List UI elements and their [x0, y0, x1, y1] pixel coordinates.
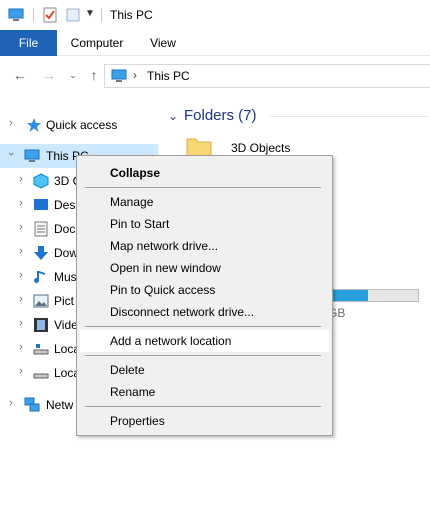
menu-item-label: Collapse — [110, 166, 161, 180]
window-title: This PC — [110, 8, 153, 22]
title-bar: ▼ This PC — [0, 0, 430, 30]
menu-separator — [85, 406, 321, 407]
local-disk-icon — [33, 344, 49, 355]
nav-item-label: Doc — [54, 222, 76, 236]
up-arrow-icon[interactable]: ↑ — [85, 66, 103, 84]
expand-chevron-icon[interactable]: › — [15, 317, 27, 329]
tab-computer[interactable]: Computer — [66, 30, 128, 56]
menu-item-label: Pin to Start — [110, 217, 170, 231]
menu-item-label: Delete — [110, 363, 145, 377]
ribbon-tabs: File Computer View — [0, 30, 430, 56]
menu-item-add-network-location[interactable]: Add a network location — [80, 330, 329, 352]
context-menu: Collapse Manage Pin to Start Map network… — [76, 155, 333, 436]
tab-view[interactable]: View — [143, 30, 183, 56]
expand-chevron-icon[interactable]: › — [15, 293, 27, 305]
menu-item-pin-to-quick-access[interactable]: Pin to Quick access — [80, 279, 329, 301]
customize-toolbar-dropdown-icon[interactable]: ▼ — [85, 8, 95, 19]
expand-chevron-icon[interactable]: › — [15, 173, 27, 185]
music-note-icon — [34, 271, 45, 283]
menu-item-label: Pin to Quick access — [110, 283, 216, 297]
section-collapse-chevron-icon[interactable]: ⌄ — [168, 109, 180, 123]
menu-item-rename[interactable]: Rename — [80, 381, 329, 403]
menu-item-label: Rename — [110, 385, 156, 399]
menu-item-label: Disconnect network drive... — [110, 305, 255, 319]
nav-item-label: Dow — [54, 246, 79, 260]
expand-chevron-icon[interactable]: › — [15, 341, 27, 353]
expand-chevron-icon[interactable]: › — [15, 221, 27, 233]
breadcrumb-chevron-icon[interactable]: › — [133, 68, 137, 82]
nav-item-label: Pict — [54, 294, 75, 308]
address-bar[interactable]: › This PC — [104, 64, 430, 88]
expand-chevron-icon[interactable]: › — [5, 397, 17, 409]
menu-item-map-network-drive[interactable]: Map network drive... — [80, 235, 329, 257]
drive-usage-fill — [327, 290, 368, 301]
download-arrow-icon — [34, 246, 48, 260]
menu-item-pin-to-start[interactable]: Pin to Start — [80, 213, 329, 235]
picture-icon — [33, 294, 49, 308]
forward-arrow-icon[interactable]: → — [40, 66, 58, 84]
expand-chevron-icon[interactable]: › — [15, 245, 27, 257]
menu-separator — [85, 355, 321, 356]
computer-icon — [111, 69, 127, 82]
title-separator — [101, 8, 102, 22]
menu-item-label: Open in new window — [110, 261, 221, 275]
properties-check-icon[interactable] — [42, 7, 58, 23]
menu-item-open-in-new-window[interactable]: Open in new window — [80, 257, 329, 279]
menu-item-manage[interactable]: Manage — [80, 191, 329, 213]
menu-item-properties[interactable]: Properties — [80, 410, 329, 432]
computer-icon[interactable] — [8, 7, 24, 23]
computer-icon — [24, 149, 40, 162]
film-icon — [34, 318, 48, 332]
menu-item-label: Properties — [110, 414, 165, 428]
breadcrumb-this-pc[interactable]: This PC — [147, 69, 190, 83]
menu-item-collapse[interactable]: Collapse — [80, 162, 329, 184]
document-icon — [34, 221, 48, 237]
menu-item-label: Map network drive... — [110, 239, 219, 253]
title-separator — [33, 8, 34, 22]
expand-chevron-icon[interactable]: › — [15, 197, 27, 209]
menu-item-disconnect-network-drive[interactable]: Disconnect network drive... — [80, 301, 329, 323]
menu-separator — [85, 187, 321, 188]
back-arrow-icon[interactable]: ← — [11, 66, 29, 84]
new-folder-icon[interactable] — [65, 7, 81, 23]
nav-item-label: Vide — [54, 318, 78, 332]
drive-usage-bar — [326, 289, 419, 302]
tab-file[interactable]: File — [0, 30, 57, 56]
folders-section-header[interactable]: ⌄ Folders (7) — [168, 107, 257, 124]
menu-item-delete[interactable]: Delete — [80, 359, 329, 381]
expand-chevron-icon[interactable]: › — [15, 269, 27, 281]
folder-label-3d-objects[interactable]: 3D Objects — [231, 141, 290, 155]
nav-item-label: Mus — [54, 270, 77, 284]
desktop-icon — [34, 199, 48, 210]
cube-3d-icon — [33, 173, 49, 189]
navigation-bar: ← → ⌄ ↑ › This PC — [0, 56, 430, 96]
local-disk-icon — [33, 373, 49, 379]
recent-locations-chevron-icon[interactable]: ⌄ — [64, 66, 82, 84]
nav-item-label: Quick access — [46, 118, 118, 132]
nav-item-quick-access[interactable]: › Quick access — [0, 113, 158, 137]
network-icon — [24, 397, 40, 412]
menu-separator — [85, 326, 321, 327]
folders-section-title: Folders (7) — [184, 107, 257, 124]
star-icon — [27, 118, 41, 132]
menu-item-label: Add a network location — [110, 334, 232, 348]
expand-chevron-icon[interactable]: › — [15, 365, 27, 377]
section-divider — [270, 116, 428, 117]
expand-chevron-icon[interactable]: › — [5, 117, 17, 129]
nav-item-label: Netw — [46, 398, 74, 412]
collapse-chevron-icon[interactable]: › — [5, 148, 17, 160]
menu-item-label: Manage — [110, 195, 154, 209]
